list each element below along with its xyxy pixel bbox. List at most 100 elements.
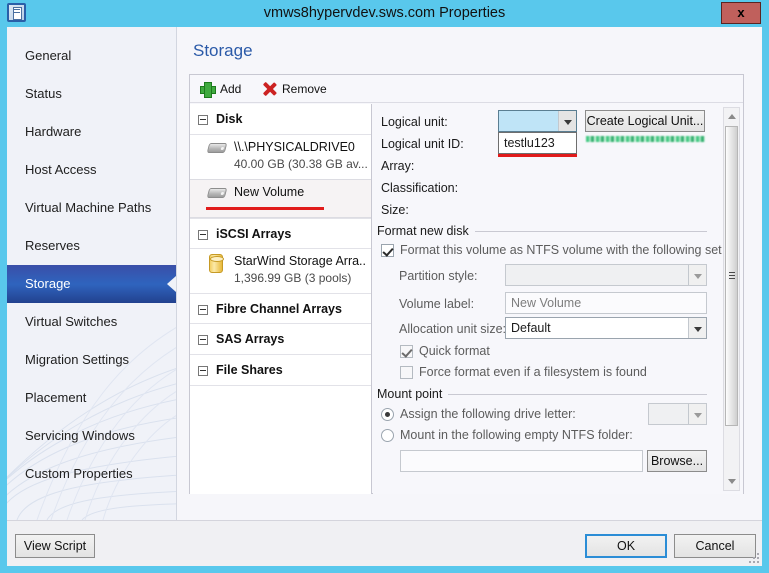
tree-item-physicaldrive0[interactable]: \\.\PHYSICALDRIVE0 40.00 GB (30.38 GB av… <box>190 135 371 179</box>
format-volume-checkbox[interactable] <box>381 244 394 257</box>
scroll-down-icon[interactable] <box>724 474 739 490</box>
sidebar-item-custom-properties[interactable]: Custom Properties <box>7 455 176 493</box>
force-format-checkbox[interactable] <box>400 366 413 379</box>
logical-unit-value <box>499 111 558 131</box>
drive-letter-combobox[interactable] <box>648 403 707 425</box>
close-icon[interactable]: x <box>721 2 761 24</box>
remove-button[interactable]: Remove <box>260 75 327 103</box>
properties-window: vmws8hypervdev.sws.com Properties x Gene… <box>0 0 769 573</box>
collapse-icon[interactable] <box>198 335 208 345</box>
mount-point-group-label: Mount point <box>377 387 449 401</box>
ok-button[interactable]: OK <box>585 534 667 558</box>
force-format-label: Force format even if a filesystem is fou… <box>419 365 647 379</box>
sidebar-item-label: Migration Settings <box>25 352 130 367</box>
plus-icon <box>200 82 216 98</box>
sidebar-nav: General Status Hardware Host Access Virt… <box>7 27 176 493</box>
sidebar-item-label: Virtual Switches <box>25 314 118 329</box>
tree-group-label: iSCSI Arrays <box>216 227 292 241</box>
details-scrollbar[interactable] <box>723 107 740 491</box>
sidebar-item-status[interactable]: Status <box>7 75 176 113</box>
title-bar: vmws8hypervdev.sws.com Properties x <box>0 0 769 27</box>
page-title: Storage <box>193 41 253 60</box>
logical-unit-dropdown-list[interactable]: testlu123 <box>498 132 577 154</box>
mount-folder-radio[interactable] <box>381 429 394 442</box>
volume-label-input[interactable]: New Volume <box>505 292 707 314</box>
sidebar-item-label: Host Access <box>25 162 97 177</box>
tree-item-sublabel: 1,396.99 GB (3 pools) <box>234 271 352 285</box>
scroll-up-icon[interactable] <box>724 108 739 124</box>
sidebar-item-label: Virtual Machine Paths <box>25 200 152 215</box>
sidebar-item-label: Placement <box>25 390 87 405</box>
details-pane: Logical unit: testlu123 Create Logical U… <box>373 104 743 494</box>
tree-group-label: File Shares <box>216 363 283 377</box>
allocation-unit-size-value: Default <box>511 321 551 335</box>
scrollbar-thumb[interactable] <box>725 126 738 426</box>
remove-button-label: Remove <box>282 82 327 96</box>
quick-format-checkbox[interactable] <box>400 345 413 358</box>
storage-tree[interactable]: Disk \\.\PHYSICALDRIVE0 40.00 GB (30.38 … <box>190 104 372 494</box>
disk-icon <box>206 143 228 153</box>
add-button[interactable]: Add <box>198 75 241 103</box>
sidebar-item-virtual-machine-paths[interactable]: Virtual Machine Paths <box>7 189 176 227</box>
cancel-button[interactable]: Cancel <box>674 534 756 558</box>
logical-unit-combobox[interactable] <box>498 110 577 132</box>
allocation-unit-size-combobox[interactable]: Default <box>505 317 707 339</box>
sidebar-item-reserves[interactable]: Reserves <box>7 227 176 265</box>
assign-drive-letter-label: Assign the following drive letter: <box>400 407 576 421</box>
dialog-body: General Status Hardware Host Access Virt… <box>7 27 762 520</box>
assign-drive-letter-radio[interactable] <box>381 408 394 421</box>
tree-group-file-shares[interactable]: File Shares <box>190 355 371 386</box>
sidebar-item-label: Custom Properties <box>25 466 133 481</box>
add-button-label: Add <box>220 82 242 96</box>
collapse-icon[interactable] <box>198 115 208 125</box>
sidebar-item-host-access[interactable]: Host Access <box>7 151 176 189</box>
chevron-down-icon[interactable] <box>688 404 706 424</box>
sidebar-item-hardware[interactable]: Hardware <box>7 113 176 151</box>
disk-icon <box>206 188 228 198</box>
browse-button[interactable]: Browse... <box>647 450 707 472</box>
sidebar-item-servicing-windows[interactable]: Servicing Windows <box>7 417 176 455</box>
collapse-icon[interactable] <box>198 305 208 315</box>
sidebar-item-label: Hardware <box>25 124 82 139</box>
collapse-icon[interactable] <box>198 230 208 240</box>
classification-label: Classification: <box>381 181 459 195</box>
create-logical-unit-button[interactable]: Create Logical Unit... <box>585 110 705 132</box>
partition-style-combobox[interactable] <box>505 264 707 286</box>
sidebar-item-migration-settings[interactable]: Migration Settings <box>7 341 176 379</box>
tree-group-label: SAS Arrays <box>216 332 285 346</box>
view-script-button[interactable]: View Script <box>15 534 95 558</box>
dropdown-option-testlu123[interactable]: testlu123 <box>499 133 576 153</box>
sidebar-item-label: General <box>25 48 72 63</box>
tree-group-iscsi-arrays[interactable]: iSCSI Arrays <box>190 218 371 249</box>
dialog-footer: View Script OK Cancel <box>7 520 762 566</box>
chevron-down-icon[interactable] <box>688 265 706 285</box>
close-x-icon <box>262 82 276 96</box>
tree-group-fibre-channel-arrays[interactable]: Fibre Channel Arrays <box>190 293 371 324</box>
tree-item-starwind-storage-array[interactable]: StarWind Storage Arra... 1,396.99 GB (3 … <box>190 249 371 293</box>
resize-grip[interactable] <box>747 551 759 563</box>
sidebar-item-storage[interactable]: Storage <box>7 265 176 303</box>
tree-group-disk[interactable]: Disk <box>190 104 371 135</box>
tree-group-sas-arrays[interactable]: SAS Arrays <box>190 324 371 355</box>
tree-item-label: New Volume <box>234 185 305 199</box>
mount-folder-input[interactable] <box>400 450 643 472</box>
sidebar-item-placement[interactable]: Placement <box>7 379 176 417</box>
storage-panel: Add Remove Disk \\.\PHYSICALDRIVE0 40.00… <box>189 74 744 494</box>
annotation-underline-testlu123 <box>498 154 577 157</box>
sidebar-item-general[interactable]: General <box>7 37 176 75</box>
format-volume-label: Format this volume as NTFS volume with t… <box>400 243 722 257</box>
sidebar-item-virtual-switches[interactable]: Virtual Switches <box>7 303 176 341</box>
allocation-unit-size-label: Allocation unit size: <box>399 322 507 336</box>
size-label: Size: <box>381 203 409 217</box>
chevron-down-icon[interactable] <box>688 318 706 338</box>
sidebar-item-label: Status <box>25 86 62 101</box>
storage-toolbar: Add Remove <box>190 75 743 103</box>
chevron-down-icon[interactable] <box>558 111 576 131</box>
collapse-icon[interactable] <box>198 366 208 376</box>
tree-item-new-volume[interactable]: New Volume <box>190 179 371 218</box>
format-new-disk-group-label: Format new disk <box>377 224 475 238</box>
sidebar-item-label: Storage <box>25 276 71 291</box>
tree-item-sublabel: 40.00 GB (30.38 GB av... <box>234 157 368 171</box>
volume-label-label: Volume label: <box>399 297 475 311</box>
tree-group-label: Fibre Channel Arrays <box>216 302 342 316</box>
